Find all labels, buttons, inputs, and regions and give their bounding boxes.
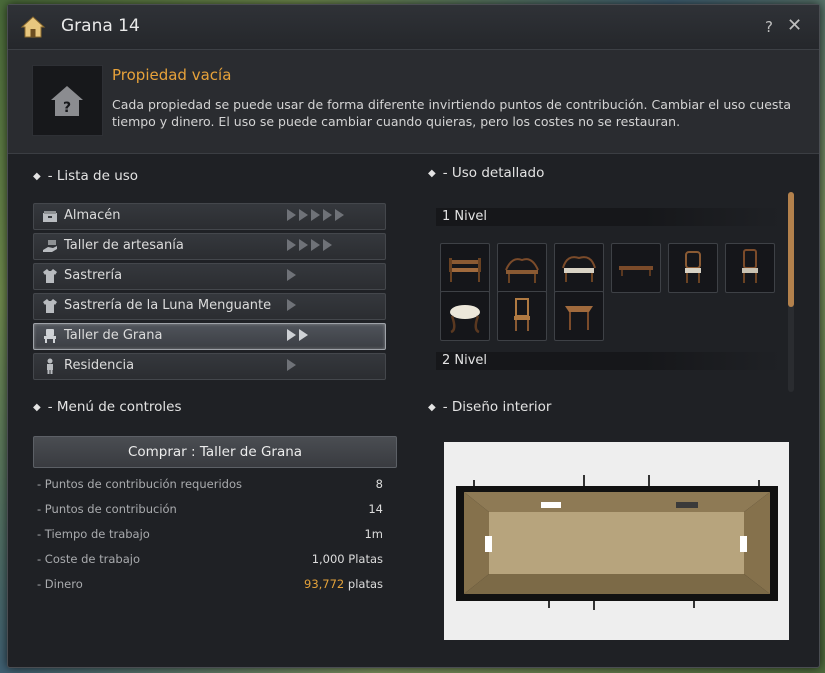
wooden-bench-icon — [449, 258, 481, 282]
diamond-icon: ◆ — [33, 171, 41, 182]
stat-value: 8 — [375, 477, 383, 491]
use-item-almacen[interactable]: Almacén — [33, 203, 386, 230]
person-icon — [47, 358, 53, 374]
furniture-item[interactable] — [668, 243, 718, 293]
use-item-label: Taller de artesanía — [64, 238, 184, 253]
use-item-taller-grana[interactable]: Taller de Grana — [33, 323, 386, 350]
furniture-item[interactable] — [554, 291, 604, 341]
use-item-sastreria-luna[interactable]: Sastrería de la Luna Menguante — [33, 293, 386, 320]
shirt-icon — [43, 269, 57, 283]
furniture-item[interactable] — [497, 243, 547, 293]
cushion-stool-icon — [450, 305, 480, 334]
stat-work-time: - Tiempo de trabajo 1m — [37, 527, 383, 545]
use-item-sastreria[interactable]: Sastrería — [33, 263, 386, 290]
level-2-header: 2 Nivel — [436, 352, 781, 370]
furniture-item[interactable] — [611, 243, 661, 293]
furniture-item[interactable] — [440, 243, 490, 293]
property-description: Cada propiedad se puede usar de forma di… — [112, 97, 791, 129]
level-arrows — [287, 329, 377, 343]
title-bar[interactable]: Grana 14 ? ✕ — [8, 5, 819, 50]
stat-value: 1,000 Platas — [311, 552, 383, 566]
diamond-icon: ◆ — [33, 402, 41, 413]
furniture-item[interactable] — [554, 243, 604, 293]
property-icon-frame: ? — [32, 65, 103, 136]
shirt-icon — [43, 299, 57, 313]
use-item-label: Almacén — [64, 208, 121, 223]
detail-heading: ◆ - Uso detallado — [428, 165, 544, 181]
stat-label: - Dinero — [37, 577, 83, 591]
use-list-heading: ◆ - Lista de uso — [33, 168, 138, 184]
stat-value: 1m — [364, 527, 383, 541]
diamond-icon: ◆ — [428, 168, 436, 179]
stat-value: 93,772 platas — [304, 577, 383, 591]
level-arrows — [287, 359, 377, 373]
property-window: Grana 14 ? ✕ ? Propiedad vacía Cada prop… — [7, 4, 820, 668]
furniture-item[interactable] — [497, 291, 547, 341]
money-amount: 93,772 — [304, 577, 345, 591]
scroll-thumb[interactable] — [788, 192, 794, 307]
stat-work-cost: - Coste de trabajo 1,000 Platas — [37, 552, 383, 570]
stat-contribution-points: - Puntos de contribución 14 — [37, 502, 383, 520]
house-question-icon: ? — [51, 86, 83, 116]
detail-heading-text: - Uso detallado — [442, 165, 545, 181]
wicker-chair-icon — [514, 298, 530, 331]
level-1-header: 1 Nivel — [436, 208, 781, 226]
use-item-taller-artesania[interactable]: Taller de artesanía — [33, 233, 386, 260]
level-arrows — [287, 299, 377, 313]
ornate-sofa-icon — [562, 256, 596, 282]
furniture-item[interactable] — [725, 243, 775, 293]
use-item-residencia[interactable]: Residencia — [33, 353, 386, 380]
home-icon — [20, 16, 46, 38]
use-item-label: Residencia — [64, 358, 135, 373]
room-layout-image — [444, 442, 789, 640]
carved-chair-icon — [685, 251, 701, 283]
interior-heading: ◆ - Diseño interior — [428, 399, 551, 415]
svg-text:?: ? — [63, 100, 71, 116]
stat-label: - Tiempo de trabajo — [37, 527, 150, 541]
stat-value: 14 — [368, 502, 383, 516]
money-unit: platas — [347, 577, 383, 591]
use-item-label: Sastrería — [64, 268, 123, 283]
detail-scrollbar[interactable] — [788, 192, 794, 392]
help-button[interactable]: ? — [765, 18, 773, 36]
close-button[interactable]: ✕ — [787, 15, 802, 36]
level-arrows — [287, 209, 377, 223]
use-item-label: Sastrería de la Luna Menguante — [64, 298, 272, 313]
stat-label: - Coste de trabajo — [37, 552, 140, 566]
window-title: Grana 14 — [61, 16, 140, 36]
ornate-bench-icon — [505, 258, 539, 283]
level-arrows — [287, 239, 377, 253]
chair-icon — [44, 329, 56, 343]
use-list-heading-text: - Lista de uso — [47, 168, 139, 184]
level-arrows — [287, 269, 377, 283]
controls-heading-text: - Menú de controles — [47, 399, 182, 415]
stat-label: - Puntos de contribución — [37, 502, 177, 516]
interior-preview — [444, 442, 789, 640]
storage-icon — [43, 211, 57, 222]
controls-heading: ◆ - Menú de controles — [33, 399, 182, 415]
stat-required-points: - Puntos de contribución requeridos 8 — [37, 477, 383, 495]
buy-button[interactable]: Comprar : Taller de Grana — [33, 436, 397, 468]
stat-money: - Dinero 93,772 platas — [37, 577, 383, 595]
use-item-label: Taller de Grana — [64, 328, 163, 343]
craft-hand-icon — [43, 240, 57, 252]
stat-label: - Puntos de contribución requeridos — [37, 477, 242, 491]
diamond-icon: ◆ — [428, 402, 436, 413]
low-table-icon — [619, 266, 653, 276]
furniture-item[interactable] — [440, 291, 490, 341]
property-info: ? Propiedad vacía Cada propiedad se pued… — [8, 50, 819, 154]
side-table-icon — [565, 306, 593, 330]
interior-heading-text: - Diseño interior — [442, 399, 552, 415]
high-back-chair-icon — [742, 249, 758, 283]
property-status-title: Propiedad vacía — [112, 66, 232, 84]
